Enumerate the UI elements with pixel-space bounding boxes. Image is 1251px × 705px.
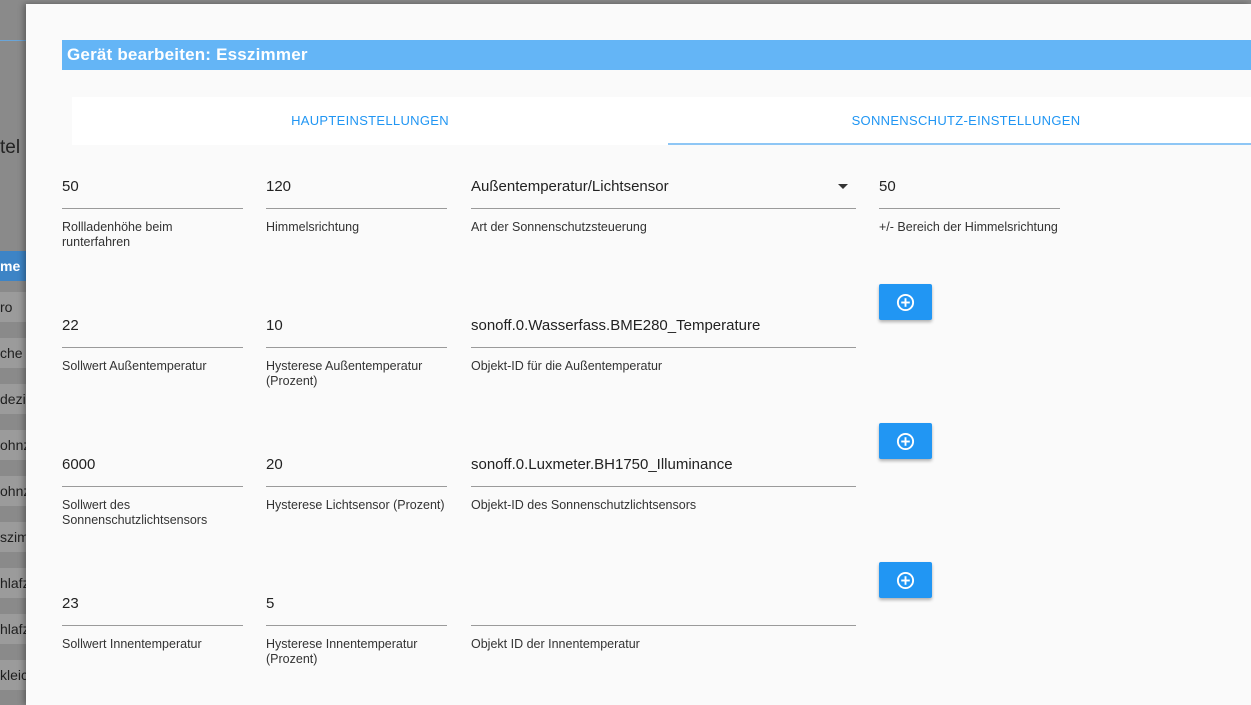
objekt-id-lichtsensor-field[interactable]: sonoff.0.Luxmeter.BH1750_Illuminance Obj… [471,456,856,531]
background-list-item: ro [0,292,28,322]
rollladenhoehe-input[interactable]: 50 [62,178,79,198]
background-list-header: me [0,251,28,281]
sollwert-innentemperatur-label: Sollwert Innentemperatur [62,637,202,651]
input-underline [266,625,447,626]
add-aussentemperatur-button[interactable] [879,284,932,320]
himmelsrichtung-bereich-label: +/- Bereich der Himmelsrichtung [879,220,1058,234]
tab-haupteinstellungen[interactable]: HAUPTEINSTELLUNGEN [72,97,668,145]
plus-circle-icon [896,293,915,312]
background-title: tel [0,137,21,158]
sollwert-aussentemperatur-label: Sollwert Außentemperatur [62,359,207,373]
background-list-item: ohnz [0,476,28,506]
input-underline [879,208,1060,209]
hysterese-lichtsensor-field[interactable]: 20 Hysterese Lichtsensor (Prozent) [266,456,447,531]
sollwert-lichtsensor-field[interactable]: 6000 Sollwert des Sonnenschutzlichtsenso… [62,456,243,531]
himmelsrichtung-bereich-input[interactable]: 50 [879,178,896,198]
input-underline [62,347,243,348]
input-underline [471,208,856,209]
add-lichtsensor-button[interactable] [879,423,932,459]
objekt-id-innentemperatur-label: Objekt ID der Innentemperatur [471,637,640,651]
background-list-item: kleic [0,660,28,690]
input-underline [471,347,856,348]
input-underline [266,347,447,348]
tab-bar: HAUPTEINSTELLUNGEN SONNENSCHUTZ-EINSTELL… [72,97,1251,145]
active-tab-indicator [668,143,1251,145]
sollwert-lichtsensor-label: Sollwert des Sonnenschutzlichtsensors [62,498,208,527]
sonnenschutzsteuerung-value[interactable]: Außentemperatur/Lichtsensor [471,178,669,198]
objekt-id-aussentemperatur-input[interactable]: sonoff.0.Wasserfass.BME280_Temperature [471,317,760,337]
input-underline [471,486,856,487]
tab-sonnenschutz-einstellungen[interactable]: SONNENSCHUTZ-EINSTELLUNGEN [668,97,1251,145]
hysterese-innentemperatur-field[interactable]: 5 Hysterese Innentemperatur (Prozent) [266,595,447,670]
himmelsrichtung-field[interactable]: 120 Himmelsrichtung [266,178,447,253]
objekt-id-aussentemperatur-field[interactable]: sonoff.0.Wasserfass.BME280_Temperature O… [471,317,856,392]
sollwert-innentemperatur-field[interactable]: 23 Sollwert Innentemperatur [62,595,243,670]
hysterese-aussentemperatur-label: Hysterese Außentemperatur (Prozent) [266,359,423,388]
background-list-item: hlafz [0,568,28,598]
plus-circle-icon [896,571,915,590]
add-innentemperatur-button[interactable] [879,562,932,598]
himmelsrichtung-bereich-field[interactable]: 50 +/- Bereich der Himmelsrichtung [879,178,1060,253]
hysterese-aussentemperatur-field[interactable]: 10 Hysterese Außentemperatur (Prozent) [266,317,447,392]
background-list-item: che [0,338,28,368]
background-list-item: szim [0,522,28,552]
rollladenhoehe-label: Rollladenhöhe beim runterfahren [62,220,173,249]
himmelsrichtung-input[interactable]: 120 [266,178,291,198]
input-underline [62,208,243,209]
background-list-item: hlafz [0,614,28,644]
hysterese-aussentemperatur-input[interactable]: 10 [266,317,283,337]
objekt-id-lichtsensor-input[interactable]: sonoff.0.Luxmeter.BH1750_Illuminance [471,456,733,476]
sollwert-aussentemperatur-input[interactable]: 22 [62,317,79,337]
input-underline [266,486,447,487]
background-list-item: ohnz [0,430,28,460]
input-underline [266,208,447,209]
input-underline [471,625,856,626]
sonnenschutzsteuerung-select[interactable]: Außentemperatur/Lichtsensor Art der Sonn… [471,178,856,253]
hysterese-lichtsensor-label: Hysterese Lichtsensor (Prozent) [266,498,445,512]
plus-circle-icon [896,432,915,451]
sollwert-lichtsensor-input[interactable]: 6000 [62,456,95,476]
edit-device-dialog: Gerät bearbeiten: Esszimmer HAUPTEINSTEL… [26,4,1251,705]
hysterese-innentemperatur-input[interactable]: 5 [266,595,274,615]
sonnenschutzsteuerung-label: Art der Sonnenschutzsteuerung [471,220,647,234]
objekt-id-innentemperatur-field[interactable]: Objekt ID der Innentemperatur [471,595,856,670]
hysterese-innentemperatur-label: Hysterese Innentemperatur (Prozent) [266,637,418,666]
sollwert-innentemperatur-input[interactable]: 23 [62,595,79,615]
hysterese-lichtsensor-input[interactable]: 20 [266,456,283,476]
rollladenhoehe-field[interactable]: 50 Rollladenhöhe beim runterfahren [62,178,243,253]
dropdown-arrow-icon[interactable] [838,184,848,189]
sollwert-aussentemperatur-field[interactable]: 22 Sollwert Außentemperatur [62,317,243,392]
himmelsrichtung-label: Himmelsrichtung [266,220,360,234]
objekt-id-lichtsensor-label: Objekt-ID des Sonnenschutzlichtsensors [471,498,697,512]
background-list-item: dezi [0,384,28,414]
input-underline [62,486,243,487]
dialog-title: Gerät bearbeiten: Esszimmer [62,40,1251,70]
input-underline [62,625,243,626]
objekt-id-aussentemperatur-label: Objekt-ID für die Außentemperatur [471,359,663,373]
